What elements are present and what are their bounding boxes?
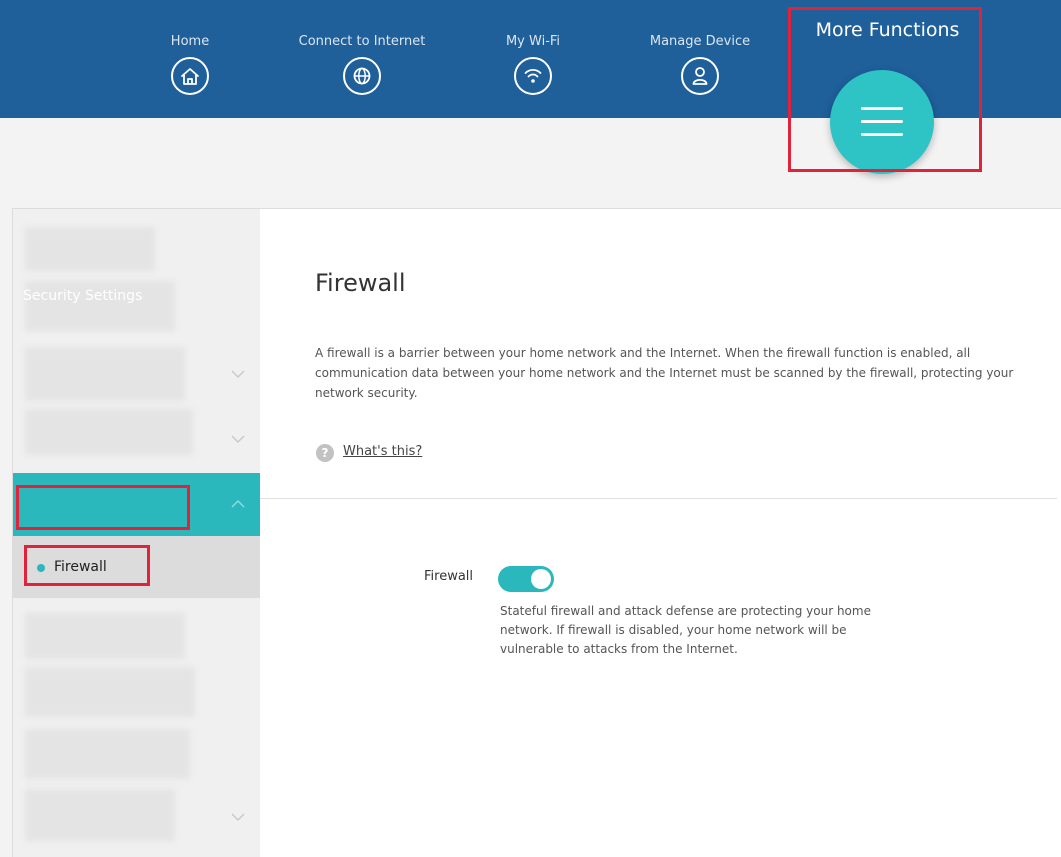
sidebar-blurred-item [25, 409, 193, 455]
sidebar-blurred-item [25, 613, 185, 659]
sidebar-blurred-item [25, 729, 190, 779]
globe-icon [343, 57, 381, 95]
nav-wifi-label: My Wi-Fi [505, 34, 561, 49]
chevron-down-icon[interactable] [231, 809, 245, 823]
user-icon [681, 57, 719, 95]
firewall-description: A firewall is a barrier between your hom… [315, 346, 1014, 400]
home-icon [171, 57, 209, 95]
page-title: Firewall [315, 269, 406, 297]
firewall-status-note: Stateful firewall and attack defense are… [500, 604, 871, 656]
nav-my-wifi[interactable]: My Wi-Fi [491, 34, 575, 95]
chevron-down-icon[interactable] [231, 431, 245, 445]
highlight-security-settings [16, 485, 190, 530]
nav-manage-device[interactable]: Manage Device [636, 34, 764, 95]
chevron-up-icon [231, 500, 245, 508]
sidebar [12, 208, 261, 857]
whats-this-link[interactable]: What's this? [343, 444, 422, 459]
highlight-more-functions [788, 7, 982, 172]
wifi-icon [514, 57, 552, 95]
nav-connect-label: Connect to Internet [298, 34, 426, 49]
nav-home-label: Home [170, 34, 210, 49]
question-mark-icon: ? [316, 444, 334, 462]
sidebar-blurred-item [25, 789, 175, 841]
highlight-firewall-item [24, 545, 150, 586]
nav-home[interactable]: Home [158, 34, 222, 95]
firewall-toggle-label: Firewall [424, 569, 474, 584]
firewall-toggle[interactable] [498, 566, 554, 592]
nav-manage-label: Manage Device [649, 34, 751, 49]
sidebar-item-security-settings-label: Security Settings [23, 288, 143, 304]
toggle-knob [531, 569, 551, 589]
sidebar-blurred-item [25, 667, 195, 717]
sidebar-blurred-item [25, 347, 185, 401]
main-content-panel [260, 208, 1061, 857]
sidebar-blurred-item [25, 227, 155, 271]
section-divider [260, 498, 1057, 499]
chevron-down-icon[interactable] [231, 366, 245, 380]
nav-connect-to-internet[interactable]: Connect to Internet [284, 34, 440, 95]
